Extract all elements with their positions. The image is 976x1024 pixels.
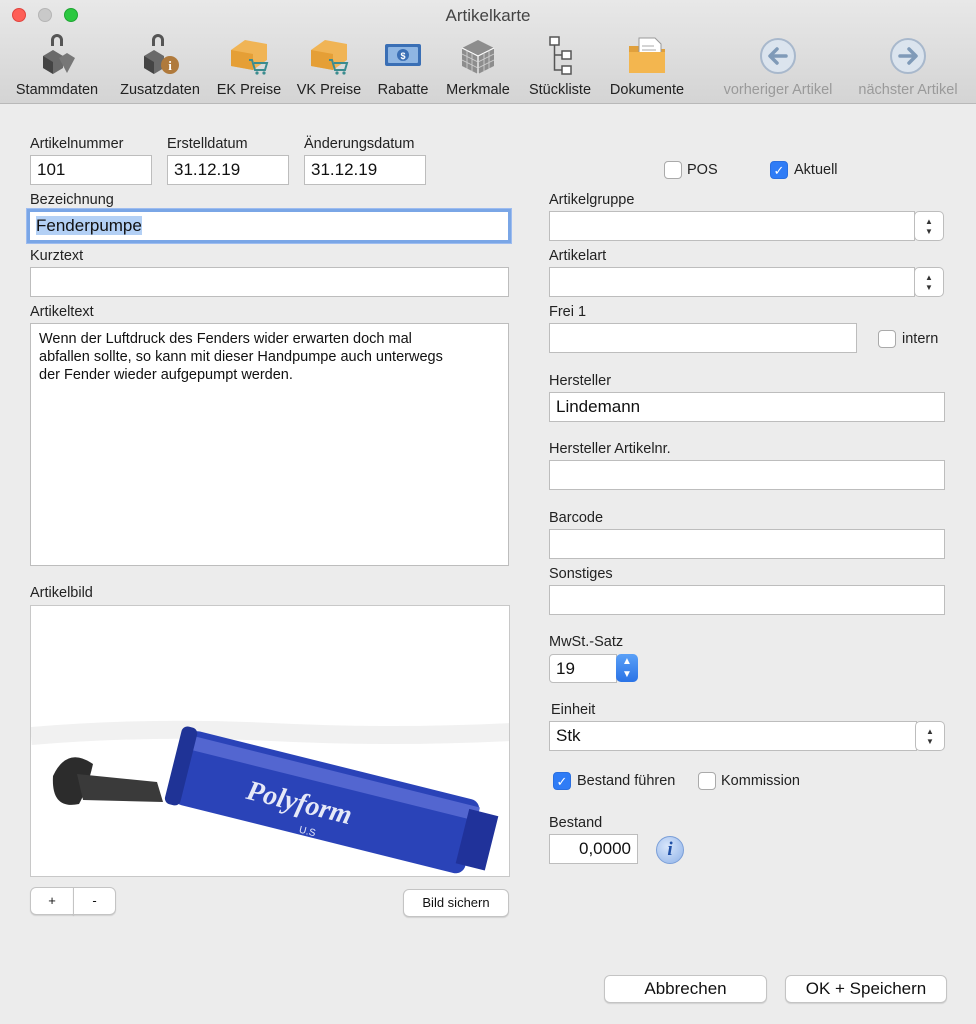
toolbar-vk-preise[interactable]: VK Preise xyxy=(292,34,366,100)
artikelgruppe-field[interactable] xyxy=(549,211,915,241)
toolbar-rabatte[interactable]: $ Rabatte xyxy=(372,34,434,100)
frei1-field[interactable] xyxy=(549,323,857,353)
ok-save-button[interactable]: OK + Speichern xyxy=(785,975,947,1003)
artikelnummer-label: Artikelnummer xyxy=(30,136,124,152)
hersteller-artikelnr-label: Hersteller Artikelnr. xyxy=(549,441,671,457)
erstelldatum-label: Erstelldatum xyxy=(167,136,248,152)
barcode-field[interactable] xyxy=(549,529,945,559)
titlebar: Artikelkarte Stammdaten i Zusatzdaten EK… xyxy=(0,0,976,104)
remove-image-button[interactable]: - xyxy=(73,887,116,915)
kurztext-label: Kurztext xyxy=(30,248,84,264)
bezeichnung-field[interactable]: Fenderpumpe xyxy=(27,209,511,243)
sonstiges-label: Sonstiges xyxy=(549,566,613,582)
price-cart-icon xyxy=(231,40,269,75)
bestand-field[interactable]: 0,0000 xyxy=(549,834,638,864)
chevron-updown-icon: ▲ ▼ xyxy=(925,273,933,292)
hersteller-artikelnr-field[interactable] xyxy=(549,460,945,490)
aenderungsdatum-field[interactable]: 31.12.19 xyxy=(304,155,426,185)
arrow-left-circle-icon xyxy=(760,38,796,74)
toolbar-zusatzdaten[interactable]: i Zusatzdaten xyxy=(112,34,208,100)
einheit-label: Einheit xyxy=(551,702,596,718)
intern-label: intern xyxy=(902,331,939,347)
artikelgruppe-dropdown-button[interactable]: ▲ ▼ xyxy=(914,211,944,241)
artikelart-dropdown-button[interactable]: ▲ ▼ xyxy=(914,267,944,297)
kommission-checkbox[interactable] xyxy=(698,772,716,790)
artikelbild-well[interactable]: Polyform U.S xyxy=(30,605,510,877)
window-title: Artikelkarte xyxy=(445,6,531,25)
banknote-icon: $ xyxy=(385,44,421,66)
aktuell-checkbox[interactable]: ✓ xyxy=(770,161,788,179)
cubes-icon xyxy=(43,34,75,74)
toolbar-ek-preise[interactable]: EK Preise xyxy=(212,34,286,100)
artikelgruppe-label: Artikelgruppe xyxy=(549,192,635,208)
stepper-up-icon: ▲ xyxy=(622,656,632,667)
chevron-updown-icon: ▲ ▼ xyxy=(925,217,933,236)
aktuell-label: Aktuell xyxy=(794,162,838,178)
hersteller-label: Hersteller xyxy=(549,373,612,389)
toolbar-dokumente[interactable]: Dokumente xyxy=(604,34,690,100)
folder-document-icon xyxy=(629,37,665,73)
bestand-fuehren-checkbox[interactable]: ✓ xyxy=(553,772,571,790)
product-image: Polyform U.S xyxy=(31,720,509,874)
artikeltext-area[interactable]: Wenn der Luftdruck des Fenders wider erw… xyxy=(30,323,509,566)
einheit-field[interactable]: Stk xyxy=(549,721,917,751)
mwst-field[interactable]: 19 xyxy=(549,654,617,683)
toolbar: Stammdaten i Zusatzdaten EK Preise VK Pr… xyxy=(0,34,976,102)
sonstiges-field[interactable] xyxy=(549,585,945,615)
grid-cube-icon xyxy=(461,40,495,74)
toolbar-vorheriger-artikel[interactable]: vorheriger Artikel xyxy=(712,34,844,100)
artikelnummer-field[interactable]: 101 xyxy=(30,155,152,185)
svg-text:i: i xyxy=(168,58,172,73)
artikelart-label: Artikelart xyxy=(549,248,607,264)
bild-sichern-button[interactable]: Bild sichern xyxy=(403,889,509,917)
kurztext-field[interactable] xyxy=(30,267,509,297)
tree-icon xyxy=(549,36,572,75)
svg-text:$: $ xyxy=(400,51,405,61)
arrow-right-circle-icon xyxy=(890,38,926,74)
artikelbild-label: Artikelbild xyxy=(30,585,93,601)
barcode-label: Barcode xyxy=(549,510,604,526)
bezeichnung-label: Bezeichnung xyxy=(30,192,114,208)
info-icon[interactable]: i xyxy=(656,836,684,864)
pos-label: POS xyxy=(687,162,718,178)
aenderungsdatum-label: Änderungsdatum xyxy=(304,136,415,152)
price-cart-icon xyxy=(311,40,349,75)
bestand-label: Bestand xyxy=(549,815,603,831)
toolbar-stueckliste[interactable]: Stückliste xyxy=(522,34,598,100)
frei1-label: Frei 1 xyxy=(549,304,587,320)
mwst-stepper[interactable]: ▲ ▼ xyxy=(616,654,638,682)
hersteller-field[interactable]: Lindemann xyxy=(549,392,945,422)
mwst-label: MwSt.-Satz xyxy=(549,634,624,650)
pos-checkbox[interactable] xyxy=(664,161,682,179)
chevron-updown-icon: ▲ ▼ xyxy=(926,727,934,746)
toolbar-merkmale[interactable]: Merkmale xyxy=(440,34,516,100)
bezeichnung-value: Fenderpumpe xyxy=(36,216,142,235)
cube-info-icon: i xyxy=(144,34,179,74)
bestand-fuehren-label: Bestand führen xyxy=(577,773,676,789)
toolbar-stammdaten[interactable]: Stammdaten xyxy=(10,34,104,100)
artikelart-field[interactable] xyxy=(549,267,915,297)
kommission-label: Kommission xyxy=(721,773,800,789)
toolbar-naechster-artikel[interactable]: nächster Artikel xyxy=(848,34,968,100)
erstelldatum-field[interactable]: 31.12.19 xyxy=(167,155,289,185)
artikeltext-label: Artikeltext xyxy=(30,304,94,320)
stepper-down-icon: ▼ xyxy=(622,669,632,680)
einheit-dropdown-button[interactable]: ▲ ▼ xyxy=(915,721,945,751)
intern-checkbox[interactable] xyxy=(878,330,896,348)
add-image-button[interactable]: + xyxy=(30,887,74,915)
window: Artikelkarte Stammdaten i Zusatzdaten EK… xyxy=(0,0,976,1024)
cancel-button[interactable]: Abbrechen xyxy=(604,975,767,1003)
